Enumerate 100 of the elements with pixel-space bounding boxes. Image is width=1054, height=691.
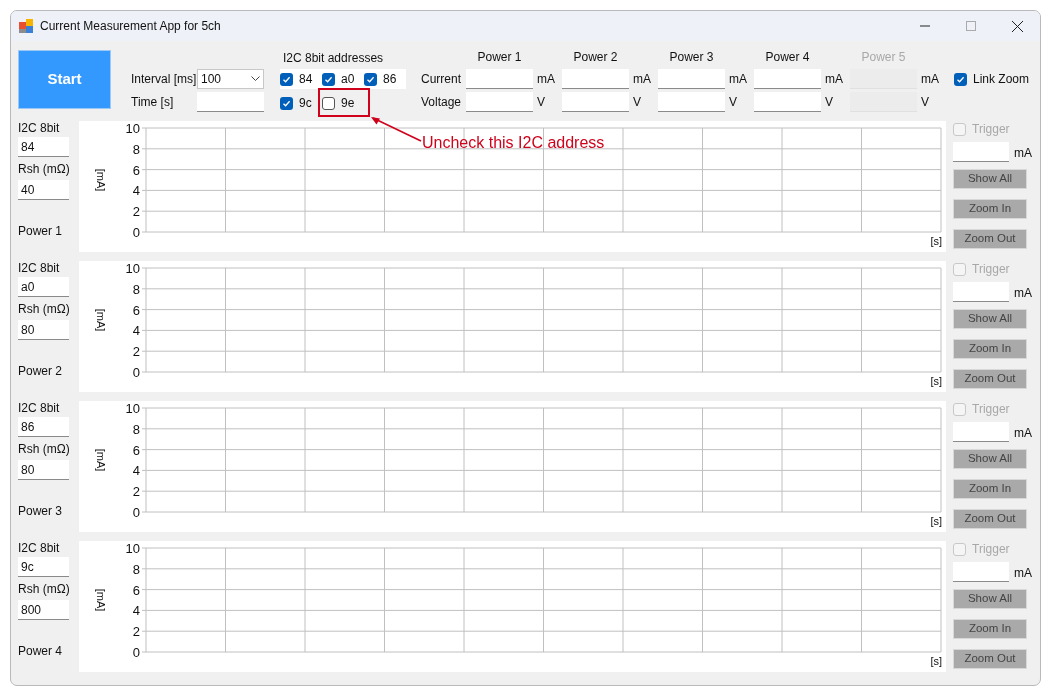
address-title: I2C 8bit (18, 121, 61, 137)
chevron-down-icon (251, 76, 260, 82)
y-tick-label: 8 (132, 141, 140, 157)
current-field[interactable] (658, 69, 725, 89)
voltage-field[interactable] (754, 92, 821, 112)
y-tick-label: 10 (125, 121, 140, 136)
channel-header: Power 1 (476, 49, 523, 66)
panel-title: Power 2 (18, 363, 64, 380)
y-tick-label: 4 (132, 183, 140, 199)
rsh-label: Rsh (mΩ) (18, 161, 71, 178)
unit-label: mA (537, 71, 555, 88)
address-field[interactable]: a0 (18, 277, 69, 297)
current-label: Current (421, 71, 462, 88)
y-tick-label: 0 (132, 225, 140, 240)
checked-checkbox[interactable] (280, 72, 293, 86)
y-axis-label: [mA] (95, 308, 107, 332)
x-axis-label: [s] (930, 655, 942, 667)
rsh-label: Rsh (mΩ) (18, 581, 71, 598)
channel-header: Power 5 (860, 49, 907, 66)
address-field[interactable]: 9c (18, 557, 69, 577)
unit-label: mA (921, 71, 939, 88)
rsh-field[interactable]: 800 (18, 600, 69, 620)
channel-header: Power 2 (572, 49, 619, 66)
interval-label: Interval [ms] (131, 71, 197, 88)
interval-dropdown[interactable]: 100 (197, 69, 264, 89)
time-label: Time [s] (131, 94, 175, 111)
checked-checkbox[interactable] (954, 72, 967, 86)
unit-label: mA (1014, 425, 1032, 442)
y-axis-label: [mA] (95, 448, 107, 472)
x-axis-label: [s] (930, 235, 942, 247)
unit-label: V (633, 94, 641, 111)
i2c-addresses-title: I2C 8bit addresses (283, 50, 385, 67)
trigger-label: Trigger (972, 541, 1010, 558)
address-label: 86 (383, 71, 397, 88)
unit-label: mA (825, 71, 843, 88)
unit-label: mA (1014, 145, 1032, 162)
address-field[interactable]: 84 (18, 137, 69, 157)
trigger-label: Trigger (972, 401, 1010, 418)
y-tick-label: 6 (132, 162, 140, 178)
y-tick-label: 10 (125, 261, 140, 276)
check-icon (324, 74, 333, 84)
voltage-label: Voltage (421, 94, 463, 111)
y-tick-label: 6 (132, 302, 140, 318)
y-axis-label: [mA] (95, 588, 107, 612)
y-tick-label: 8 (132, 421, 140, 437)
y-tick-label: 4 (132, 603, 140, 619)
app-icon (18, 18, 34, 34)
unit-label: mA (1014, 565, 1032, 582)
y-tick-label: 6 (132, 582, 140, 598)
y-tick-label: 0 (132, 365, 140, 380)
trigger-field[interactable] (953, 562, 1009, 582)
y-tick-label: 2 (132, 344, 140, 360)
address-title: I2C 8bit (18, 541, 61, 557)
rsh-field[interactable]: 40 (18, 180, 69, 200)
address-label: 9e (341, 95, 355, 112)
voltage-field[interactable] (466, 92, 533, 112)
voltage-field[interactable] (658, 92, 725, 112)
address-label: 9c (299, 95, 312, 112)
close-icon (1011, 20, 1023, 32)
checked-checkbox[interactable] (280, 96, 293, 110)
y-tick-label: 10 (125, 401, 140, 416)
time-field[interactable] (197, 92, 264, 112)
address-title: I2C 8bit (18, 401, 61, 417)
trigger-field[interactable] (953, 282, 1009, 302)
unit-label: V (825, 94, 833, 111)
check-icon (366, 74, 375, 84)
current-field[interactable] (754, 69, 821, 89)
panel-title: Power 1 (18, 223, 64, 240)
unit-label: V (729, 94, 737, 111)
trigger-field[interactable] (953, 142, 1009, 162)
y-tick-label: 4 (132, 463, 140, 479)
y-axis-label: [mA] (95, 168, 107, 192)
check-icon (282, 98, 291, 108)
voltage-field[interactable] (562, 92, 629, 112)
highlight-frame (318, 88, 370, 117)
checkbox[interactable] (322, 96, 335, 110)
rsh-field[interactable]: 80 (18, 460, 69, 480)
rsh-field[interactable]: 80 (18, 320, 69, 340)
link-zoom-label: Link Zoom (973, 71, 1030, 88)
y-tick-label: 2 (132, 624, 140, 640)
unit-label: mA (1014, 285, 1032, 302)
panel-title: Power 3 (18, 503, 64, 520)
window-title: Current Measurement App for 5ch (40, 18, 221, 35)
channel-header: Power 3 (668, 49, 715, 66)
current-field[interactable] (466, 69, 533, 89)
y-tick-label: 4 (132, 323, 140, 339)
trigger-field[interactable] (953, 422, 1009, 442)
start-button[interactable]: Start (18, 50, 111, 109)
checked-checkbox[interactable] (364, 72, 377, 86)
panel-title: Power 4 (18, 643, 64, 660)
y-tick-label: 2 (132, 484, 140, 500)
address-label: a0 (341, 71, 355, 88)
checked-checkbox[interactable] (322, 72, 335, 86)
annotation-text: Uncheck this I2C address (422, 133, 605, 153)
channel-header: Power 4 (764, 49, 811, 66)
x-axis-label: [s] (930, 375, 942, 387)
unit-label: V (537, 94, 545, 111)
address-field[interactable]: 86 (18, 417, 69, 437)
check-icon (956, 74, 965, 84)
current-field[interactable] (562, 69, 629, 89)
